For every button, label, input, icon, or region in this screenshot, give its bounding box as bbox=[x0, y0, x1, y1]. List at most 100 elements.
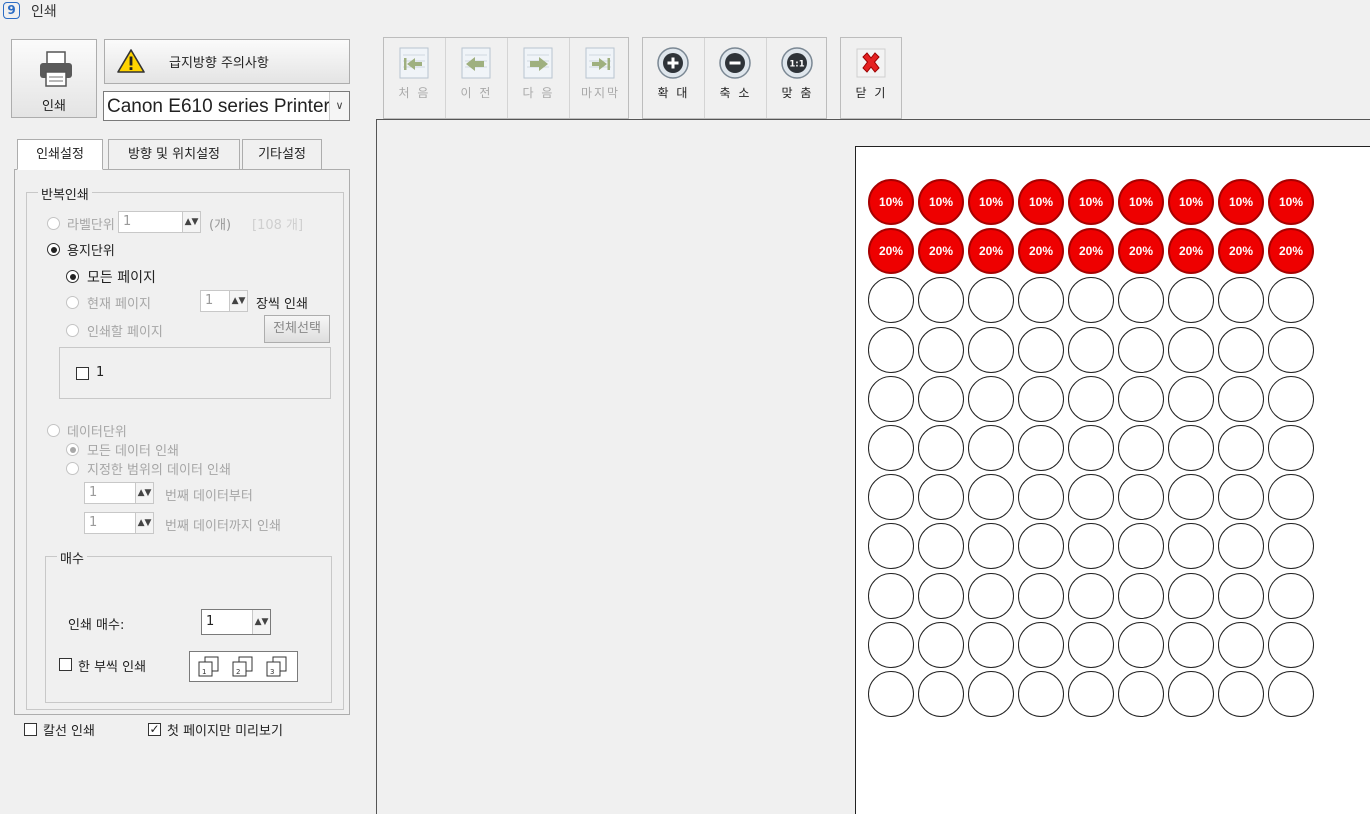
tab-print-settings[interactable]: 인쇄설정 bbox=[17, 139, 103, 170]
copies-stepper[interactable]: 1 ▲▼ bbox=[201, 609, 271, 635]
stepper-arrows-icon[interactable]: ▲▼ bbox=[135, 483, 153, 503]
label-circle-empty bbox=[1118, 375, 1164, 422]
label-circle-empty bbox=[1018, 671, 1064, 717]
collate-checkbox[interactable] bbox=[59, 658, 72, 671]
fit-button[interactable]: 1:1 맞 춤 bbox=[767, 38, 828, 118]
label-circle-empty bbox=[1168, 474, 1214, 521]
stepper-arrows-icon[interactable]: ▲▼ bbox=[252, 610, 270, 634]
all-pages-radio[interactable] bbox=[66, 270, 79, 283]
current-page-radio[interactable] bbox=[66, 296, 79, 309]
zoom-in-label: 확 대 bbox=[657, 86, 690, 100]
label-circle-empty bbox=[1018, 572, 1064, 619]
next-page-icon bbox=[523, 47, 553, 79]
label-circle-empty bbox=[1268, 375, 1314, 422]
label-circle-empty bbox=[968, 425, 1014, 471]
data-from-stepper[interactable]: 1 ▲▼ bbox=[84, 482, 154, 504]
svg-text:1: 1 bbox=[202, 668, 206, 676]
label-circle-empty bbox=[1218, 572, 1264, 619]
label-circle-empty bbox=[1068, 572, 1114, 619]
label-circle-filled: 10% bbox=[918, 179, 964, 225]
label-circle-empty bbox=[1118, 326, 1164, 373]
zoom-out-button[interactable]: 축 소 bbox=[705, 38, 766, 118]
zoom-out-label: 축 소 bbox=[719, 86, 752, 100]
all-data-radio[interactable] bbox=[66, 443, 79, 456]
fit-icon: 1:1 bbox=[781, 47, 813, 79]
label-circle-filled: 20% bbox=[1068, 228, 1114, 275]
close-icon bbox=[856, 48, 886, 78]
label-circle-empty bbox=[1068, 671, 1114, 717]
label-unit-radio[interactable] bbox=[47, 217, 60, 230]
label-circle-empty bbox=[1268, 621, 1314, 668]
tab-orientation-position[interactable]: 방향 및 위치설정 bbox=[108, 139, 240, 170]
title-bar: 9 인쇄 bbox=[0, 0, 1370, 26]
next-page-button[interactable]: 다 음 bbox=[508, 38, 569, 118]
stepper-arrows-icon[interactable]: ▲▼ bbox=[229, 291, 247, 311]
label-circle-empty bbox=[968, 277, 1014, 324]
label-circle-empty bbox=[1168, 572, 1214, 619]
last-page-button[interactable]: 마지막 bbox=[570, 38, 631, 118]
paper-unit-radio[interactable] bbox=[47, 243, 60, 256]
paper-unit-label: 용지단위 bbox=[67, 244, 115, 259]
label-circle-filled: 20% bbox=[918, 228, 964, 275]
label-circle-empty bbox=[868, 425, 914, 471]
chevron-down-icon[interactable]: ∨ bbox=[329, 92, 349, 120]
label-circle-empty bbox=[1118, 523, 1164, 570]
print-button[interactable]: 인쇄 bbox=[11, 39, 97, 118]
page-1-label: 1 bbox=[96, 365, 105, 380]
cut-line-label: 칼선 인쇄 bbox=[43, 724, 95, 739]
cut-line-checkbox[interactable] bbox=[24, 723, 37, 736]
stepper-arrows-icon[interactable]: ▲▼ bbox=[135, 513, 153, 533]
last-page-icon bbox=[585, 47, 615, 79]
preview-page: 10% 10% 10% 10% 10% 10% 10% 10% 10% 20% 20% 20% 20% 2… bbox=[855, 146, 1370, 814]
label-circle-empty bbox=[918, 572, 964, 619]
data-to-stepper[interactable]: 1 ▲▼ bbox=[84, 512, 154, 534]
label-circle-empty bbox=[918, 375, 964, 422]
select-all-button[interactable]: 전체선택 bbox=[264, 315, 330, 343]
current-page-stepper[interactable]: 1 ▲▼ bbox=[200, 290, 248, 312]
prev-page-button[interactable]: 이 전 bbox=[446, 38, 507, 118]
printer-icon bbox=[40, 51, 72, 87]
page-1-checkbox[interactable] bbox=[76, 367, 89, 380]
label-circle-empty bbox=[1068, 326, 1114, 373]
label-circle-empty bbox=[918, 671, 964, 717]
first-page-only-checkbox[interactable]: ✓ bbox=[148, 723, 161, 736]
first-page-button[interactable]: 처 음 bbox=[384, 38, 445, 118]
page-navigation-toolbar: 처 음 이 전 다 음 마지막 bbox=[383, 37, 629, 119]
data-unit-radio[interactable] bbox=[47, 424, 60, 437]
label-circle-empty bbox=[918, 326, 964, 373]
zoom-out-icon bbox=[719, 47, 751, 79]
warning-button-label: 급지방향 주의사항 bbox=[169, 56, 269, 71]
label-circle-empty bbox=[1168, 621, 1214, 668]
label-circle-empty bbox=[1018, 474, 1064, 521]
label-circle-empty bbox=[868, 572, 914, 619]
label-circle-filled: 20% bbox=[1118, 228, 1164, 275]
label-circle-empty bbox=[868, 375, 914, 422]
label-circle-empty bbox=[868, 621, 914, 668]
zoom-in-button[interactable]: 확 대 bbox=[643, 38, 704, 118]
label-circle-filled: 20% bbox=[1168, 228, 1214, 275]
tab-other-settings[interactable]: 기타설정 bbox=[242, 139, 322, 170]
close-button[interactable]: 닫 기 bbox=[841, 38, 902, 118]
label-circle-empty bbox=[1218, 523, 1264, 570]
label-unit-stepper[interactable]: 1 ▲▼ bbox=[118, 211, 201, 233]
label-unit-label: 라벨단위 bbox=[67, 218, 115, 233]
stepper-arrows-icon[interactable]: ▲▼ bbox=[182, 212, 200, 232]
label-circle-empty bbox=[1068, 375, 1114, 422]
pages-to-print-radio[interactable] bbox=[66, 324, 79, 337]
printer-select[interactable]: Canon E610 series Printer ∨ bbox=[103, 91, 350, 121]
repeat-print-group-title: 반복인쇄 bbox=[38, 184, 92, 203]
label-circle-empty bbox=[1018, 277, 1064, 324]
label-circle-filled: 20% bbox=[1018, 228, 1064, 275]
label-circle-empty bbox=[968, 474, 1014, 521]
data-range-radio[interactable] bbox=[66, 462, 79, 475]
paper-orientation-warning-button[interactable]: 급지방향 주의사항 bbox=[104, 39, 350, 84]
all-pages-label: 모든 페이지 bbox=[87, 270, 156, 286]
current-page-suffix: 장씩 인쇄 bbox=[256, 297, 308, 312]
first-page-icon bbox=[399, 47, 429, 79]
label-circle-empty bbox=[1268, 671, 1314, 717]
data-from-label: 번째 데이터부터 bbox=[165, 489, 253, 504]
label-circle-empty bbox=[1018, 425, 1064, 471]
label-circle-empty bbox=[1168, 671, 1214, 717]
label-circle-filled: 20% bbox=[1268, 228, 1314, 275]
label-circle-empty bbox=[1118, 671, 1164, 717]
